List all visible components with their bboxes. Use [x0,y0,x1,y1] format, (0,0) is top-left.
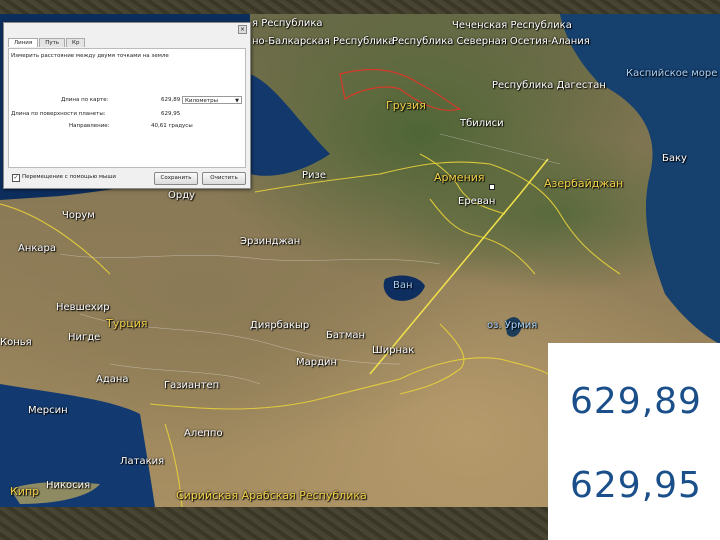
chevron-down-icon: ▼ [235,98,239,104]
ruler-dialog[interactable]: × Линия Путь Кр Измерить расстояние межд… [3,22,251,189]
map-label-rize: Ризе [302,170,326,181]
unit-select[interactable]: Километры ▼ [182,96,242,104]
map-label-nevsehir: Невшехир [56,302,110,313]
map-label-baku: Баку [662,153,687,164]
close-icon[interactable]: × [238,25,247,34]
map-label-georgia: Грузия [386,99,426,112]
map-label-chechnya: Чеченская Республика [452,20,572,31]
map-label-tbilisi: Тбилиси [460,118,504,129]
map-label-yerevan: Ереван [458,196,496,207]
map-label-mersin: Мерсин [28,405,68,416]
mouse-navigation-checkbox[interactable]: ✓ [12,174,20,182]
tab-line[interactable]: Линия [8,38,39,47]
tab-circle[interactable]: Кр [66,38,86,47]
map-label-latakia: Латакия [120,456,165,467]
map-label-nicosia: Никосия [46,480,91,491]
map-label-turkey: Турция [106,317,148,330]
heading-label: Направление: [69,123,110,129]
map-label-nigde: Нигде [68,332,101,343]
map-label-corum: Чорум [62,210,95,221]
map-label-north-ossetia: Республика Северная Осетия-Алания [392,36,590,47]
map-label-armenia: Армения [434,171,485,184]
map-length-value: 629,89 [161,97,181,103]
map-label-mardin: Мардин [296,357,338,368]
map-label-gaziantep: Газиантеп [164,380,220,391]
map-label-region: я Республика [252,18,323,29]
callout-ground-length: 629,95 [570,465,702,506]
map-label-syria: Сирийская Арабская Республика [176,489,367,502]
ground-length-label: Длина по поверхности планеты: [11,111,106,117]
unit-select-value: Километры [185,98,218,104]
heading-value: 40,61 градусы [151,123,193,129]
city-marker-yerevan [489,184,495,190]
map-label-ordu: Орду [168,190,196,201]
ruler-description: Измерить расстояние между двумя точками … [11,53,169,59]
map-label-kabardino: но-Балкарская Республика [252,36,395,47]
map-label-lake-van: Ван [393,280,413,291]
clear-button[interactable]: Очистить [202,172,246,185]
map-label-erzincan: Эрзинджан [240,236,301,247]
map-label-diyarbakir: Диярбакыр [250,320,310,331]
ruler-tabs: Линия Путь Кр [8,38,86,47]
map-label-sirnak: Ширнак [372,345,415,356]
map-label-aleppo: Алеппо [184,428,223,439]
map-label-konya: Конья [0,337,32,348]
ground-length-value: 629,95 [161,111,181,117]
tab-path[interactable]: Путь [39,38,66,47]
map-label-azerbaijan: Азербайджан [544,177,624,190]
callout-map-length: 629,89 [570,381,702,422]
mouse-navigation-label: Перемещение с помощью мыши [22,174,116,180]
value-callout: 629,89 629,95 [548,343,720,540]
map-label-lake-urmia: оз. Урмия [487,320,538,331]
save-button[interactable]: Сохранить [154,172,198,185]
ruler-pane: Измерить расстояние между двумя точками … [8,48,246,168]
map-label-cyprus: Кипр [10,485,40,498]
map-label-ankara: Анкара [18,243,57,254]
map-label-dagestan: Республика Дагестан [492,80,606,91]
map-label-adana: Адана [96,374,129,385]
map-label-batman: Батман [326,330,366,341]
map-label-caspian-sea: Каспийское море [626,68,718,79]
map-length-label: Длина по карте: [61,97,109,103]
